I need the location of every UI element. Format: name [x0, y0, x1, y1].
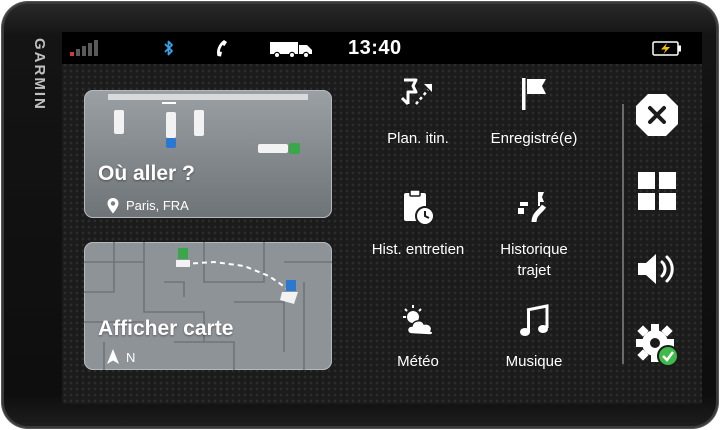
- where-to-card[interactable]: Où aller ? Paris, FRA: [84, 90, 332, 218]
- volume-icon[interactable]: [634, 246, 680, 292]
- settings-icon[interactable]: [634, 322, 680, 368]
- phone-icon: [217, 40, 227, 57]
- weather-icon: [403, 305, 434, 336]
- trip-history-label-line2: trajet: [517, 262, 551, 279]
- signal-strength-icon: [70, 40, 106, 56]
- screen: 13:40 Où aller ? Paris, FRA Afficher car…: [62, 32, 702, 404]
- status-bar: 13:40: [62, 32, 702, 64]
- music-label: Musique: [505, 353, 563, 370]
- brand-logo: GARMIN: [31, 38, 48, 111]
- plan-route-label: Plan. itin.: [387, 130, 449, 147]
- sidebar-divider: [622, 104, 624, 364]
- flag-icon: [522, 78, 546, 110]
- trip-history-label-line1: Historique: [500, 241, 568, 258]
- saved-label: Enregistré(e): [490, 130, 578, 147]
- apps-grid-icon[interactable]: [634, 168, 680, 214]
- battery-charging-icon: [652, 41, 681, 56]
- show-map-title: Afficher carte: [98, 317, 234, 340]
- close-icon[interactable]: [634, 92, 680, 138]
- plan-route-icon: [400, 78, 432, 106]
- truck-icon: [270, 42, 312, 58]
- heading-label: N: [126, 350, 136, 365]
- maintenance-clipboard-icon: [404, 189, 435, 226]
- bluetooth-icon: [164, 40, 173, 56]
- where-to-title: Où aller ?: [98, 162, 195, 185]
- garmin-device: GARMIN 13:40 Où aller ? Paris, FRA Affic…: [2, 2, 718, 428]
- trip-history-icon: [518, 192, 547, 223]
- north-arrow-icon: [107, 349, 119, 364]
- map-preview: [84, 242, 332, 370]
- location-pin-icon: [107, 198, 119, 214]
- music-note-icon: [520, 304, 549, 336]
- weather-label: Météo: [397, 353, 439, 370]
- clock: 13:40: [348, 37, 402, 59]
- current-location-label: Paris, FRA: [126, 198, 189, 213]
- maintenance-history-label: Hist. entretien: [371, 241, 465, 258]
- show-map-card[interactable]: Afficher carte N: [84, 242, 332, 370]
